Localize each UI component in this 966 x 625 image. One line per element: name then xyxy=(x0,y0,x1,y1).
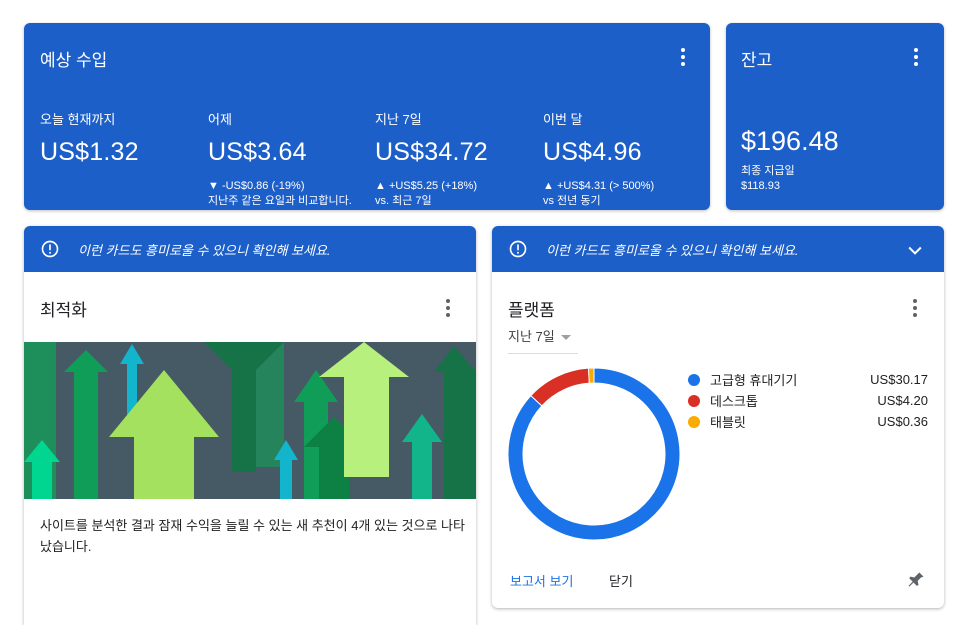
suggestion-text: 이런 카드도 흥미로울 수 있으니 확인해 보세요. xyxy=(546,242,799,258)
more-vert-icon[interactable] xyxy=(904,45,928,69)
balance-card: 잔고 $196.48 최종 지급일 $118.93 xyxy=(726,23,944,210)
chevron-down-icon[interactable] xyxy=(905,240,925,260)
legend-value: US$4.20 xyxy=(877,393,928,408)
last-payment: 최종 지급일 $118.93 xyxy=(741,164,795,194)
optimization-title: 최적화 xyxy=(40,301,87,320)
legend-dot xyxy=(688,373,700,386)
metric-compare: vs. 최근 7일 xyxy=(375,195,432,207)
estimated-earnings-card: 예상 수입 오늘 현재까지 US$1.32 어제 US$3.64 ▼ -US$0… xyxy=(24,23,710,210)
metric-this-month: 이번 달 US$4.96 ▲ +US$4.31 (> 500%) vs 전년 동… xyxy=(543,109,703,209)
more-vert-icon[interactable] xyxy=(671,45,695,69)
legend-dot xyxy=(688,394,700,407)
metric-last-7-days: 지난 7일 US$34.72 ▲ +US$5.25 (+18%) vs. 최근 … xyxy=(375,109,535,209)
view-report-link[interactable]: 보고서 보기 xyxy=(510,574,573,589)
more-vert-icon[interactable] xyxy=(436,296,460,320)
last-payment-label: 최종 지급일 xyxy=(741,165,795,177)
alert-circle-icon xyxy=(41,240,59,258)
platform-legend: 고급형 휴대기기 US$30.17 데스크톱 US$4.20 태블릿 US$0.… xyxy=(688,369,928,432)
metric-change: ▲ +US$5.25 (+18%) xyxy=(375,180,477,192)
legend-row-tablet: 태블릿 US$0.36 xyxy=(688,411,928,432)
platform-donut-chart xyxy=(507,367,681,541)
alert-circle-icon xyxy=(509,240,527,258)
last-payment-value: $118.93 xyxy=(741,180,780,192)
metric-value: US$3.64 xyxy=(208,138,307,166)
metric-change: ▲ +US$4.31 (> 500%) xyxy=(543,180,655,192)
period-label: 지난 7일 xyxy=(508,329,555,344)
metric-change: ▼ -US$0.86 (-19%) xyxy=(208,180,305,192)
metric-label: 이번 달 xyxy=(543,112,583,127)
metric-label: 어제 xyxy=(208,112,232,127)
period-dropdown[interactable]: 지난 7일 xyxy=(508,326,578,354)
legend-value: US$30.17 xyxy=(870,372,928,387)
more-vert-icon[interactable] xyxy=(903,296,927,320)
optimization-description: 사이트를 분석한 결과 잠재 수익을 늘릴 수 있는 새 추천이 4개 있는 것… xyxy=(40,518,465,554)
balance-title: 잔고 xyxy=(741,51,773,70)
pin-icon[interactable] xyxy=(906,570,926,590)
arrows-illustration xyxy=(24,342,476,499)
platform-card: 이런 카드도 흥미로울 수 있으니 확인해 보세요. 플랫폼 지난 7일 고급형… xyxy=(492,226,944,608)
optimization-card: 이런 카드도 흥미로울 수 있으니 확인해 보세요. 최적화 사이트를 분석한 … xyxy=(24,226,476,625)
suggestion-banner: 이런 카드도 흥미로울 수 있으니 확인해 보세요. xyxy=(24,226,476,272)
legend-value: US$0.36 xyxy=(877,414,928,429)
metric-compare: vs 전년 동기 xyxy=(543,195,601,207)
legend-dot xyxy=(688,415,700,428)
caret-down-icon xyxy=(560,335,571,341)
metric-today: 오늘 현재까지 US$1.32 xyxy=(40,109,200,167)
suggestion-text: 이런 카드도 흥미로울 수 있으니 확인해 보세요. xyxy=(78,242,331,258)
suggestion-banner[interactable]: 이런 카드도 흥미로울 수 있으니 확인해 보세요. xyxy=(492,226,944,272)
donut-slice-1[interactable] xyxy=(530,367,590,407)
metric-value: US$4.96 xyxy=(543,138,642,166)
balance-amount: $196.48 xyxy=(741,126,839,156)
legend-name: 데스크톱 xyxy=(710,394,758,409)
metric-compare: 지난주 같은 요일과 비교합니다. xyxy=(208,195,352,207)
legend-row-mobile: 고급형 휴대기기 US$30.17 xyxy=(688,369,928,390)
earnings-title: 예상 수입 xyxy=(40,51,108,70)
metric-label: 지난 7일 xyxy=(375,112,422,127)
legend-name: 태블릿 xyxy=(710,415,746,430)
metric-yesterday: 어제 US$3.64 ▼ -US$0.86 (-19%) 지난주 같은 요일과 … xyxy=(208,109,368,209)
donut-slice-2[interactable] xyxy=(587,367,595,384)
legend-name: 고급형 휴대기기 xyxy=(710,373,798,388)
platform-title: 플랫폼 xyxy=(508,301,555,320)
metric-label: 오늘 현재까지 xyxy=(40,112,116,127)
close-button[interactable]: 닫기 xyxy=(609,574,633,589)
metric-value: US$1.32 xyxy=(40,138,139,166)
card-actions: 보고서 보기 닫기 xyxy=(510,571,665,590)
legend-row-desktop: 데스크톱 US$4.20 xyxy=(688,390,928,411)
metric-value: US$34.72 xyxy=(375,138,488,166)
